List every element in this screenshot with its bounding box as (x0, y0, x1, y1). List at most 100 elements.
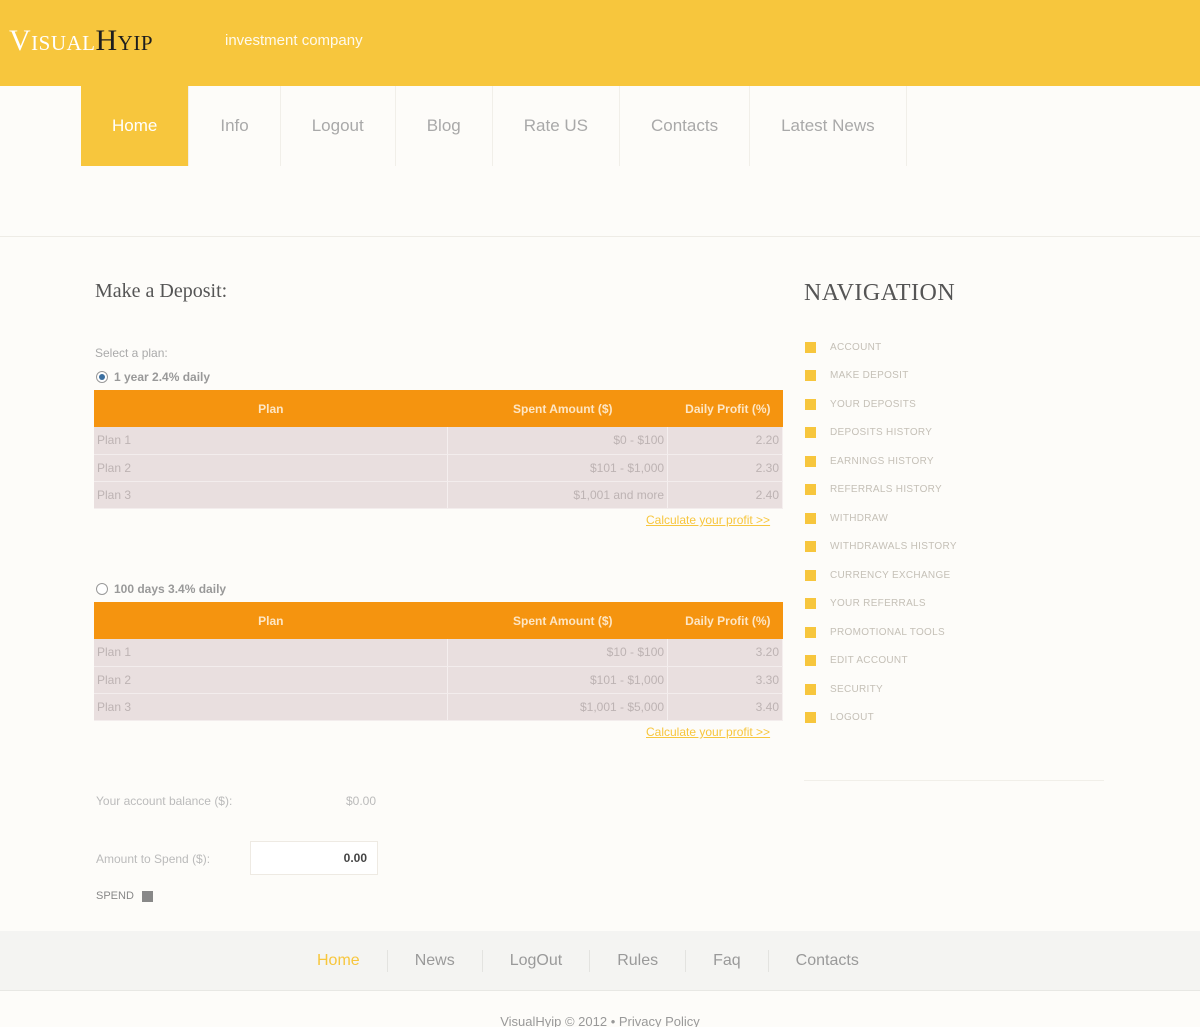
sidebar-item-your-deposits[interactable]: YOUR DEPOSITS (805, 390, 957, 419)
balance-value: $0.00 (346, 794, 377, 808)
sidebar-item-your-referrals[interactable]: YOUR REFERRALS (805, 590, 957, 619)
sidebar-item-promotional-tools[interactable]: PROMOTIONAL TOOLS (805, 618, 957, 647)
sidebar-item-make-deposit[interactable]: MAKE DEPOSIT (805, 362, 957, 391)
site-header: VisualHyip investment company (0, 0, 1200, 86)
cell-amount: $0 - $100 (447, 427, 669, 455)
sidebar-item-label: YOUR DEPOSITS (830, 398, 917, 410)
privacy-policy-link[interactable]: Privacy Policy (619, 1014, 700, 1027)
footer-link-news[interactable]: News (388, 950, 483, 972)
top-navigation: Home Info Logout Blog Rate US Contacts L… (81, 86, 907, 166)
select-plan-label: Select a plan: (95, 346, 168, 360)
sidebar-item-label: WITHDRAWALS HISTORY (830, 541, 957, 553)
topnav-logout[interactable]: Logout (281, 86, 396, 166)
bullet-icon (805, 569, 816, 581)
bullet-icon (805, 712, 816, 724)
table-row: Plan 1 $10 - $100 3.20 (94, 639, 783, 667)
plan-2-table: Plan Spent Amount ($) Daily Profit (%) P… (94, 602, 783, 721)
sidebar-item-logout[interactable]: LOGOUT (805, 704, 957, 733)
sidebar-item-label: REFERRALS HISTORY (830, 484, 942, 496)
footer-link-logout[interactable]: LogOut (483, 950, 591, 972)
bullet-icon (805, 341, 816, 353)
spend-button[interactable]: SPEND (96, 890, 153, 902)
copyright-text: VisualHyip © 2012 • (500, 1014, 616, 1027)
column-header-daily-profit: Daily Profit (%) (667, 602, 783, 639)
bullet-icon (805, 626, 816, 638)
topnav-blog[interactable]: Blog (396, 86, 493, 166)
sidebar-title: NAVIGATION (804, 280, 956, 306)
table-row: Plan 3 $1,001 - $5,000 3.40 (94, 693, 783, 721)
cell-plan: Plan 1 (94, 427, 449, 455)
cell-amount: $1,001 and more (447, 481, 669, 509)
plan-option-2[interactable]: 100 days 3.4% daily (96, 582, 226, 596)
cell-amount: $101 - $1,000 (447, 666, 669, 694)
sidebar-item-label: MAKE DEPOSIT (830, 370, 909, 382)
footer-link-rules[interactable]: Rules (590, 950, 687, 972)
copyright: VisualHyip © 2012 • Privacy Policy (0, 1014, 1200, 1027)
bullet-icon (805, 683, 816, 695)
cell-profit: 3.30 (667, 666, 783, 694)
sidebar-item-label: PROMOTIONAL TOOLS (830, 626, 945, 638)
bullet-icon (805, 370, 816, 382)
table-header-row: Plan Spent Amount ($) Daily Profit (%) (94, 390, 783, 427)
bullet-icon (805, 655, 816, 667)
cell-profit: 3.40 (667, 693, 783, 721)
sidebar-item-earnings-history[interactable]: EARNINGS HISTORY (805, 447, 957, 476)
logo-part-1: Visual (9, 24, 96, 57)
sidebar-item-withdraw[interactable]: WITHDRAW (805, 504, 957, 533)
cell-amount: $1,001 - $5,000 (447, 693, 669, 721)
table-row: Plan 2 $101 - $1,000 3.30 (94, 666, 783, 694)
sidebar-item-label: EARNINGS HISTORY (830, 455, 934, 467)
header-divider (0, 236, 1200, 237)
bullet-icon (805, 598, 816, 610)
spend-arrow-icon (141, 890, 153, 902)
footer-link-faq[interactable]: Faq (686, 950, 769, 972)
cell-profit: 2.40 (667, 481, 783, 509)
sidebar-menu: ACCOUNT MAKE DEPOSIT YOUR DEPOSITS DEPOS… (805, 333, 957, 732)
sidebar-item-withdrawals-history[interactable]: WITHDRAWALS HISTORY (805, 533, 957, 562)
calculate-profit-link-2[interactable]: Calculate your profit >> (646, 725, 770, 739)
cell-amount: $10 - $100 (447, 639, 669, 667)
plan-1-radio[interactable] (96, 371, 108, 383)
cell-plan: Plan 3 (94, 481, 449, 509)
sidebar-item-security[interactable]: SECURITY (805, 675, 957, 704)
bullet-icon (805, 427, 816, 439)
bullet-icon (805, 484, 816, 496)
sidebar-item-label: SECURITY (830, 683, 883, 695)
cell-profit: 2.30 (667, 454, 783, 482)
sidebar-item-account[interactable]: ACCOUNT (805, 333, 957, 362)
cell-profit: 2.20 (667, 427, 783, 455)
logo-part-2: Hyip (95, 24, 154, 57)
topnav-home[interactable]: Home (81, 86, 190, 166)
amount-input[interactable] (250, 841, 378, 875)
footer-link-home[interactable]: Home (290, 950, 388, 972)
sidebar-item-edit-account[interactable]: EDIT ACCOUNT (805, 647, 957, 676)
table-row: Plan 1 $0 - $100 2.20 (94, 427, 783, 455)
topnav-latest-news[interactable]: Latest News (750, 86, 907, 166)
column-header-daily-profit: Daily Profit (%) (667, 390, 783, 427)
sidebar-item-label: DEPOSITS HISTORY (830, 427, 933, 439)
topnav-rate-us[interactable]: Rate US (493, 86, 620, 166)
sidebar-item-label: YOUR REFERRALS (830, 598, 926, 610)
topnav-info[interactable]: Info (189, 86, 281, 166)
amount-label: Amount to Spend ($): (96, 852, 211, 866)
topnav-contacts[interactable]: Contacts (620, 86, 751, 166)
column-header-plan: Plan (94, 602, 448, 639)
column-header-plan: Plan (94, 390, 448, 427)
sidebar-item-referrals-history[interactable]: REFERRALS HISTORY (805, 476, 957, 505)
site-logo[interactable]: VisualHyip (9, 24, 153, 58)
sidebar-divider (804, 780, 1104, 781)
cell-profit: 3.20 (667, 639, 783, 667)
plan-option-1[interactable]: 1 year 2.4% daily (96, 370, 210, 384)
sidebar-item-deposits-history[interactable]: DEPOSITS HISTORY (805, 419, 957, 448)
calculate-profit-link-1[interactable]: Calculate your profit >> (646, 513, 770, 527)
sidebar-item-currency-exchange[interactable]: CURRENCY EXCHANGE (805, 561, 957, 590)
bullet-icon (805, 455, 816, 467)
cell-plan: Plan 1 (94, 639, 449, 667)
balance-label: Your account balance ($): (96, 794, 233, 808)
cell-amount: $101 - $1,000 (447, 454, 669, 482)
plan-2-radio[interactable] (96, 583, 108, 595)
sidebar-item-label: CURRENCY EXCHANGE (830, 569, 951, 581)
sidebar-item-label: ACCOUNT (830, 341, 882, 353)
footer-link-contacts[interactable]: Contacts (769, 950, 886, 972)
bullet-icon (805, 512, 816, 524)
